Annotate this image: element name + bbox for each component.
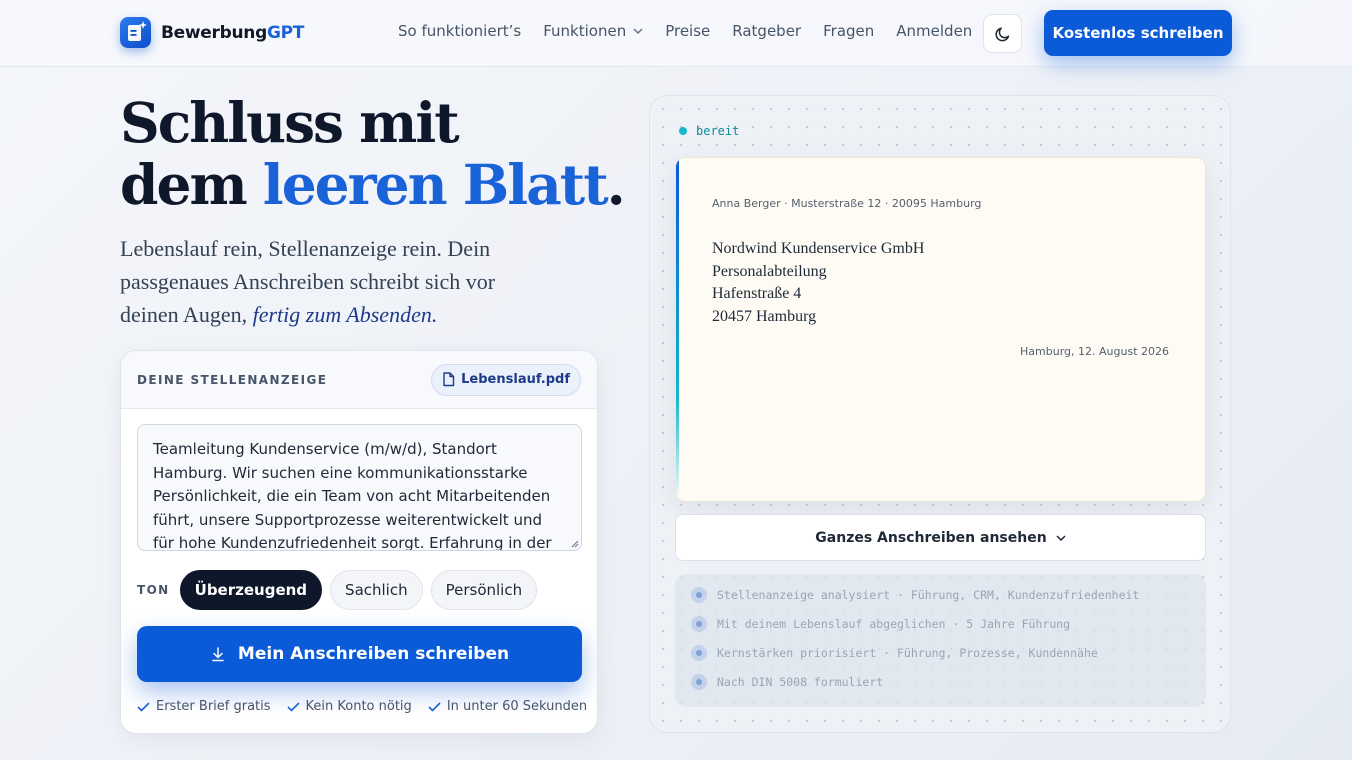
chevron-down-icon bbox=[1056, 534, 1066, 541]
status-indicator: bereit bbox=[679, 124, 739, 138]
hero-subtitle: Lebenslauf rein, Stellenanzeige rein. De… bbox=[120, 236, 496, 327]
letter-sender-line: Anna Berger · Musterstraße 12 · 20095 Ha… bbox=[712, 197, 982, 210]
progress-steps: Stellenanzeige analysiert · Führung, CRM… bbox=[675, 574, 1206, 707]
step-dot-icon bbox=[691, 587, 707, 603]
moon-icon bbox=[994, 26, 1009, 41]
step-dot-icon bbox=[691, 645, 707, 661]
hero-title: Schluss mit dem leeren Blatt. bbox=[120, 90, 626, 217]
nav-faq[interactable]: Fragen bbox=[823, 22, 874, 40]
nav-guide[interactable]: Ratgeber bbox=[732, 22, 801, 40]
job-form-card: DEINE STELLENANZEIGE Lebenslauf.pdf Team… bbox=[120, 350, 598, 734]
progress-step: Mit deinem Lebenslauf abgeglichen · 5 Ja… bbox=[691, 616, 1070, 632]
view-full-letter-button[interactable]: Ganzes Anschreiben ansehen bbox=[675, 514, 1206, 561]
download-arrow-icon bbox=[212, 647, 224, 662]
letter-recipient-address: Nordwind Kundenservice GmbH Personalabte… bbox=[712, 240, 925, 325]
nav-features[interactable]: Funktionen bbox=[543, 22, 643, 40]
nav-login[interactable]: Anmelden bbox=[896, 22, 972, 40]
job-posting-textarea[interactable]: Teamleitung Kundenservice (m/w/d), Stand… bbox=[137, 424, 582, 551]
check-icon bbox=[137, 701, 150, 712]
main-nav: So funktioniert’s Funktionen Preise Ratg… bbox=[398, 22, 994, 40]
tone-label: TON bbox=[137, 583, 170, 597]
letter-preview-panel: bereit Anna Berger · Musterstraße 12 · 2… bbox=[649, 95, 1231, 733]
logo-mark-icon bbox=[120, 17, 151, 48]
step-dot-icon bbox=[691, 674, 707, 690]
header-cta-button[interactable]: Kostenlos schreiben bbox=[1044, 10, 1232, 56]
site-header: BewerbungGPT So funktioniert’s Funktione… bbox=[0, 0, 1352, 67]
progress-step: Nach DIN 5008 formuliert bbox=[691, 674, 883, 690]
hero-title-line2: dem leeren Blatt. bbox=[120, 152, 626, 217]
check-icon bbox=[428, 701, 441, 712]
nav-pricing[interactable]: Preise bbox=[665, 22, 710, 40]
status-text: bereit bbox=[696, 124, 740, 138]
tone-option-factual[interactable]: Sachlich bbox=[330, 570, 423, 610]
tone-option-personal[interactable]: Persönlich bbox=[430, 570, 538, 610]
job-posting-label: DEINE STELLENANZEIGE bbox=[137, 372, 328, 387]
check-icon bbox=[286, 701, 300, 712]
card-header: DEINE STELLENANZEIGE Lebenslauf.pdf bbox=[121, 351, 597, 409]
benefit-list: Erster Brief gratis Kein Konto nötig In … bbox=[137, 699, 597, 714]
letter-sheet: Anna Berger · Musterstraße 12 · 20095 Ha… bbox=[675, 157, 1206, 502]
tone-selector: TON Überzeugend Sachlich Persönlich bbox=[137, 570, 545, 610]
letter-date: Hamburg, 12. August 2026 bbox=[1020, 345, 1169, 358]
benefit-item: In unter 60 Sekunden bbox=[428, 699, 587, 714]
status-dot-icon bbox=[679, 127, 687, 135]
write-letter-button[interactable]: Mein Anschreiben schreiben bbox=[137, 626, 582, 682]
progress-step: Kernstärken priorisiert · Führung, Proze… bbox=[691, 645, 1098, 661]
step-dot-icon bbox=[691, 616, 707, 632]
write-letter-label: Mein Anschreiben schreiben bbox=[237, 644, 510, 664]
file-icon bbox=[443, 372, 455, 387]
logo-text: BewerbungGPT bbox=[161, 22, 305, 43]
benefit-item: Kein Konto nötig bbox=[286, 699, 412, 714]
nav-how-it-works[interactable]: So funktioniert’s bbox=[398, 22, 521, 40]
logo[interactable]: BewerbungGPT bbox=[120, 17, 304, 48]
benefit-item: Erster Brief gratis bbox=[137, 699, 271, 714]
theme-toggle-button[interactable] bbox=[983, 14, 1022, 53]
cv-file-chip[interactable]: Lebenslauf.pdf bbox=[431, 363, 581, 396]
hero-title-line1: Schluss mit bbox=[120, 90, 460, 155]
view-full-letter-label: Ganzes Anschreiben ansehen bbox=[815, 529, 1047, 546]
chevron-down-icon bbox=[633, 28, 643, 34]
cv-file-name: Lebenslauf.pdf bbox=[461, 372, 570, 387]
job-posting-text: Teamleitung Kundenservice (m/w/d), Stand… bbox=[153, 440, 552, 551]
progress-step: Stellenanzeige analysiert · Führung, CRM… bbox=[691, 587, 1139, 603]
resize-handle-icon[interactable] bbox=[571, 540, 579, 548]
tone-option-convincing[interactable]: Überzeugend bbox=[179, 570, 323, 610]
